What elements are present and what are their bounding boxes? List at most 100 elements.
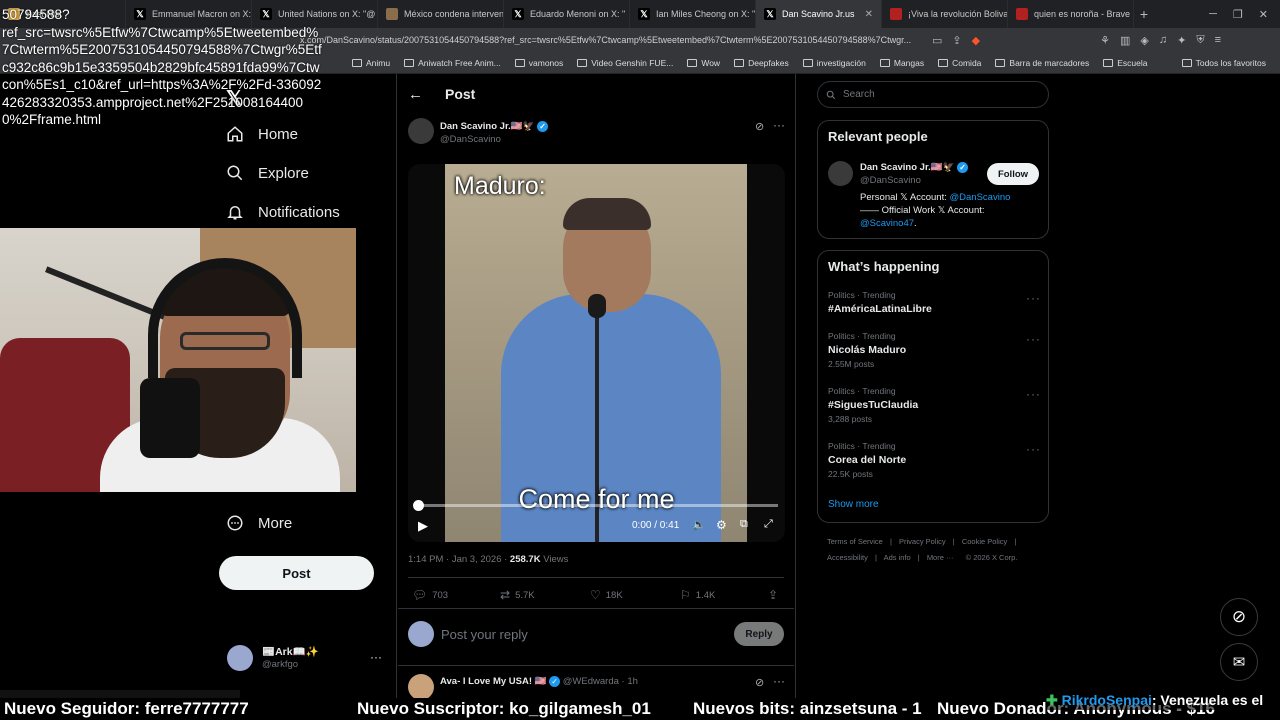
follow-button[interactable]: Follow xyxy=(987,163,1039,185)
bookmark-item[interactable]: Deepfakes xyxy=(734,58,789,68)
search-icon xyxy=(227,165,243,181)
browser-tab[interactable]: quien es noroña - Brave S xyxy=(1008,0,1134,28)
bookmark-item[interactable]: Mangas xyxy=(879,58,924,68)
folder-icon xyxy=(577,58,588,67)
author-name-row[interactable]: Dan Scavino Jr.🇺🇸🦅 ✓ xyxy=(440,121,549,132)
share-icon[interactable]: ⇪ xyxy=(952,34,961,47)
bookmark-action[interactable]: ⚐ 1.4K xyxy=(680,588,715,602)
reply-input[interactable]: Post your reply xyxy=(441,627,721,642)
all-bookmarks[interactable]: Todos los favoritos xyxy=(1181,58,1266,68)
share-action[interactable]: ⇪ xyxy=(768,588,778,602)
account-menu-icon[interactable]: ··· xyxy=(370,650,382,664)
bookmark-item[interactable]: Animu xyxy=(352,58,390,68)
tab-label: quien es noroña - Brave S xyxy=(1034,9,1134,19)
next-reply-avatar[interactable] xyxy=(408,674,434,700)
footer-link[interactable]: Accessibility xyxy=(827,553,868,562)
bell-icon xyxy=(227,206,243,220)
settings-icon[interactable]: ⚙ xyxy=(716,518,727,532)
person-name-row[interactable]: Dan Scavino Jr.🇺🇸🦅 ✓ xyxy=(860,162,969,173)
screenshot-icon[interactable]: ▭ xyxy=(932,34,942,47)
repost-icon: ⇄ xyxy=(500,588,511,602)
chat-badge-icon: ✚ xyxy=(1046,692,1058,708)
browser-tab[interactable]: 𝕏 Ian Miles Cheong on X: " xyxy=(630,0,756,28)
grok-floating-button[interactable]: ⊘ xyxy=(1220,598,1258,636)
close-window-icon[interactable]: ✕ xyxy=(1259,8,1268,21)
bookmark-item[interactable]: vamonos xyxy=(514,58,563,68)
new-tab-button[interactable]: + xyxy=(1134,6,1154,22)
wallet-icon[interactable]: ◈ xyxy=(1140,34,1148,47)
bio-link[interactable]: @Scavino47 xyxy=(860,218,914,229)
trend-item[interactable]: Politics · Trending #SiguesTuClaudia 3,288… xyxy=(828,386,918,424)
next-reply-header[interactable]: Ava- I Love My USA! 🇺🇸 ✓ @WEdwarda · 1h xyxy=(440,676,638,687)
reply-menu-icon[interactable]: ··· xyxy=(773,674,785,688)
footer-link[interactable]: Privacy Policy xyxy=(899,537,946,546)
video-time: 0:00 / 0:41 xyxy=(632,520,680,531)
video-progress-handle[interactable] xyxy=(413,500,424,511)
menu-icon[interactable]: ≡ xyxy=(1215,34,1221,47)
reply-grok-icon[interactable]: ⊘ xyxy=(755,676,764,689)
url-field[interactable]: x.com/DanScavino/status/2007531054450794… xyxy=(300,35,920,45)
ticker-subscriber: Nuevo Suscriptor: ko_gilgamesh_01 xyxy=(357,699,651,718)
minimize-icon[interactable]: ─ xyxy=(1209,8,1217,21)
person-avatar[interactable] xyxy=(828,161,853,186)
trend-menu-icon[interactable]: ··· xyxy=(1026,387,1041,401)
chat-overlay: ✚ RikrdoSenpai: Venezuela es el xyxy=(1046,692,1280,710)
sidebar-icon[interactable]: ▥ xyxy=(1120,34,1130,47)
reply-action[interactable]: 💬︎ 703 xyxy=(412,588,448,602)
restore-icon[interactable]: ❐ xyxy=(1233,8,1243,21)
like-action[interactable]: ♡ 18K xyxy=(590,588,623,602)
account-avatar[interactable] xyxy=(227,645,253,671)
vpn-icon[interactable]: ⛨ xyxy=(1196,34,1204,47)
footer-link[interactable]: Terms of Service xyxy=(827,537,883,546)
volume-icon[interactable]: 🔈 xyxy=(692,518,706,531)
trend-item[interactable]: Politics · Trending #AméricaLatinaLibre xyxy=(828,290,932,315)
bio-link[interactable]: @DanScavino xyxy=(950,192,1011,203)
trend-menu-icon[interactable]: ··· xyxy=(1026,442,1041,456)
bookmark-item[interactable]: Comida xyxy=(938,58,981,68)
nav-explore[interactable]: Explore xyxy=(226,164,309,182)
extensions-icon[interactable]: ⚘ xyxy=(1100,34,1110,47)
reply-avatar xyxy=(408,621,434,647)
nav-more[interactable]: More xyxy=(226,514,292,532)
footer-link[interactable]: More ··· xyxy=(927,553,954,562)
footer-link[interactable]: Cookie Policy xyxy=(962,537,1007,546)
video-player[interactable]: Maduro: Come for me ▶ 0:00 / 0:41 🔈 ⚙ ⧉ … xyxy=(408,164,785,542)
video-progress-track[interactable] xyxy=(413,500,778,511)
author-avatar[interactable] xyxy=(408,118,434,144)
fullscreen-icon[interactable]: ⤢ xyxy=(764,518,773,531)
browser-tab[interactable]: 𝕏 Eduardo Menoni on X: " xyxy=(504,0,630,28)
bookmark-item[interactable]: Aniwatch Free Anim... xyxy=(404,58,501,68)
browser-tab[interactable]: México condena interven xyxy=(378,0,504,28)
browser-tab[interactable]: 𝕏 Dan Scavino Jr.us ✕ xyxy=(756,0,882,28)
footer-link[interactable]: Ads info xyxy=(884,553,911,562)
brave-shield-icon[interactable]: ◆ xyxy=(972,34,980,47)
trend-item[interactable]: Politics · Trending Corea del Norte 22.5K … xyxy=(828,441,906,479)
back-arrow-icon[interactable]: ← xyxy=(408,86,423,103)
nav-notifications[interactable]: Notifications xyxy=(226,203,340,221)
trend-menu-icon[interactable]: ··· xyxy=(1026,291,1041,305)
trend-menu-icon[interactable]: ··· xyxy=(1026,332,1041,346)
views-label: Views xyxy=(540,554,569,565)
bookmark-item[interactable]: Wow xyxy=(687,58,720,68)
messages-floating-button[interactable]: ✉ xyxy=(1220,643,1258,681)
grok-icon[interactable]: ⊘ xyxy=(755,120,764,133)
trend-item[interactable]: Politics · Trending Nicolás Maduro 2.55M p… xyxy=(828,331,906,369)
show-more-link[interactable]: Show more xyxy=(828,499,879,510)
leo-icon[interactable]: ✦ xyxy=(1177,34,1186,47)
post-timestamp[interactable]: 1:14 PM · Jan 3, 2026 · xyxy=(408,554,510,565)
bookmark-item[interactable]: investigación xyxy=(802,58,866,68)
play-icon[interactable]: ▶ xyxy=(418,518,428,534)
tab-label: México condena interven xyxy=(404,9,504,19)
close-tab-icon[interactable]: ✕ xyxy=(865,9,873,20)
post-button[interactable]: Post xyxy=(219,556,374,590)
bookmark-item[interactable]: Barra de marcadores xyxy=(995,58,1089,68)
repost-action[interactable]: ⇄ 5.7K xyxy=(500,588,535,602)
pip-icon[interactable]: ⧉ xyxy=(740,518,748,531)
bookmark-item[interactable]: Escuela xyxy=(1103,58,1148,68)
music-icon[interactable]: ♫ xyxy=(1159,34,1167,47)
browser-tab[interactable]: ¡Viva la revolución Bolivar xyxy=(882,0,1008,28)
reply-button[interactable]: Reply xyxy=(734,622,784,646)
post-menu-icon[interactable]: ··· xyxy=(773,118,785,132)
bookmark-item[interactable]: Video Genshin FUE... xyxy=(577,58,673,68)
search-box[interactable]: Search xyxy=(817,81,1049,108)
